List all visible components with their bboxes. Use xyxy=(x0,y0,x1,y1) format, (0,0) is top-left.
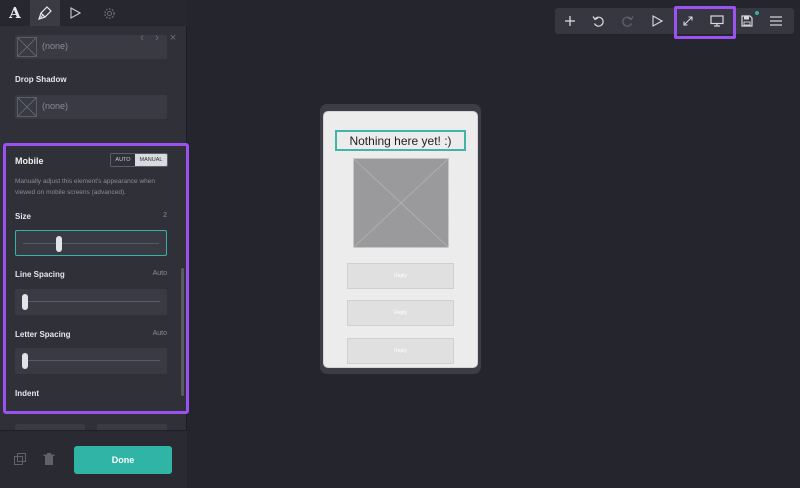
unsaved-indicator-dot xyxy=(755,11,759,15)
save-icon xyxy=(741,15,753,27)
undo-button[interactable] xyxy=(584,8,612,34)
empty-swatch-icon xyxy=(17,97,37,117)
close-icon[interactable]: × xyxy=(167,32,179,44)
tab-settings[interactable] xyxy=(94,0,124,26)
undo-icon xyxy=(592,15,604,27)
drop-shadow-label: Drop Shadow xyxy=(15,75,67,84)
image-placeholder-icon[interactable] xyxy=(353,158,449,248)
mobile-screen: Nothing here yet! :) Reply Reply Reply xyxy=(323,111,478,368)
next-chevron-icon[interactable]: › xyxy=(151,32,163,44)
menu-icon xyxy=(770,16,782,26)
done-button[interactable]: Done xyxy=(74,446,172,474)
mobile-device-frame: Nothing here yet! :) Reply Reply Reply xyxy=(320,104,481,374)
redo-icon xyxy=(621,15,633,27)
add-button[interactable] xyxy=(556,8,584,34)
toolbar-highlight xyxy=(674,6,736,39)
gear-icon xyxy=(103,7,115,19)
reply-button-1[interactable]: Reply xyxy=(347,263,454,289)
mobile-section-highlight xyxy=(3,143,189,414)
trash-icon[interactable] xyxy=(43,453,55,466)
brush-icon xyxy=(38,6,52,20)
drop-shadow-value: (none) xyxy=(42,101,69,111)
tab-design[interactable] xyxy=(30,0,60,26)
preview-play-icon xyxy=(652,15,663,27)
tab-interactions[interactable] xyxy=(60,0,90,26)
top-none-text: (none) xyxy=(42,41,69,51)
redo-button[interactable] xyxy=(613,8,641,34)
text-icon: A xyxy=(9,4,21,22)
sidebar-bottom-bar: Done xyxy=(0,430,187,488)
reply-button-3[interactable]: Reply xyxy=(347,338,454,364)
reply-button-2[interactable]: Reply xyxy=(347,300,454,326)
preview-button[interactable] xyxy=(643,8,671,34)
prev-chevron-icon[interactable]: ‹ xyxy=(136,32,148,44)
menu-button[interactable] xyxy=(762,8,790,34)
tab-text[interactable]: A xyxy=(0,0,30,26)
empty-swatch-icon xyxy=(17,37,37,57)
sidebar: A (none) ‹ › × Drop Shadow (none) Mobile… xyxy=(0,0,189,488)
add-icon xyxy=(565,16,575,26)
duplicate-icon[interactable] xyxy=(14,453,27,466)
sidebar-tabs: A xyxy=(0,0,187,26)
selected-heading[interactable]: Nothing here yet! :) xyxy=(335,130,466,151)
play-icon xyxy=(70,7,81,19)
drop-shadow-field[interactable]: (none) xyxy=(15,95,167,119)
